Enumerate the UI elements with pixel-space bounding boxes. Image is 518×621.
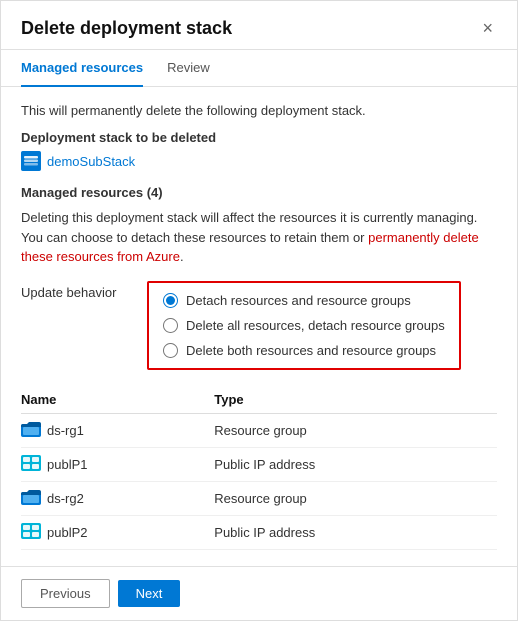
radio-detach-input[interactable] (163, 293, 178, 308)
dialog-title: Delete deployment stack (21, 18, 232, 39)
radio-delete-all[interactable]: Delete all resources, detach resource gr… (163, 318, 445, 333)
stack-name-row: demoSubStack (21, 151, 497, 171)
tab-managed-resources[interactable]: Managed resources (21, 50, 143, 87)
tab-review[interactable]: Review (167, 50, 210, 87)
public-ip-icon (21, 455, 41, 474)
resource-name: ds-rg1 (47, 423, 84, 438)
resource-name: publP2 (47, 525, 87, 540)
deployment-stack-label: Deployment stack to be deleted (21, 130, 497, 145)
resource-name-cell: ds-rg2 (21, 481, 214, 515)
resource-group-icon (21, 421, 41, 440)
stack-icon (21, 151, 41, 171)
radio-delete-both-label: Delete both resources and resource group… (186, 343, 436, 358)
previous-button[interactable]: Previous (21, 579, 110, 608)
radio-delete-all-input[interactable] (163, 318, 178, 333)
resource-group-icon (21, 489, 41, 508)
dialog-footer: Previous Next (1, 566, 517, 620)
radio-group: Detach resources and resource groups Del… (147, 281, 461, 370)
col-name: Name (21, 386, 214, 414)
update-behavior-row: Update behavior Detach resources and res… (21, 281, 497, 370)
resource-name-cell: publP1 (21, 447, 214, 481)
col-type: Type (214, 386, 497, 414)
table-row: publP2 Public IP address (21, 515, 497, 549)
resource-type: Public IP address (214, 447, 497, 481)
table-row: publP1 Public IP address (21, 447, 497, 481)
resource-name-cell: publP2 (21, 515, 214, 549)
resources-table: Name Type ds-rg1 Resource group publP1 Pub… (21, 386, 497, 550)
radio-delete-all-label: Delete all resources, detach resource gr… (186, 318, 445, 333)
stack-link[interactable]: demoSubStack (47, 154, 135, 169)
radio-detach[interactable]: Detach resources and resource groups (163, 293, 445, 308)
radio-detach-label: Detach resources and resource groups (186, 293, 411, 308)
resource-type: Resource group (214, 413, 497, 447)
dialog-body: This will permanently delete the followi… (1, 87, 517, 566)
resource-type: Resource group (214, 481, 497, 515)
resource-name-cell: ds-rg1 (21, 413, 214, 447)
update-behavior-label: Update behavior (21, 281, 131, 300)
radio-delete-both-input[interactable] (163, 343, 178, 358)
warning-text-part2: . (180, 249, 184, 264)
tab-bar: Managed resources Review (1, 50, 517, 87)
table-row: ds-rg2 Resource group (21, 481, 497, 515)
resource-type: Public IP address (214, 515, 497, 549)
resource-name: ds-rg2 (47, 491, 84, 506)
dialog-header: Delete deployment stack × (1, 1, 517, 50)
warning-text: Deleting this deployment stack will affe… (21, 208, 497, 267)
close-button[interactable]: × (478, 17, 497, 39)
info-text: This will permanently delete the followi… (21, 103, 497, 118)
next-button[interactable]: Next (118, 580, 181, 607)
resource-name: publP1 (47, 457, 87, 472)
delete-deployment-stack-dialog: Delete deployment stack × Managed resour… (0, 0, 518, 621)
public-ip-icon (21, 523, 41, 542)
managed-resources-label: Managed resources (4) (21, 185, 497, 200)
table-row: ds-rg1 Resource group (21, 413, 497, 447)
radio-delete-both[interactable]: Delete both resources and resource group… (163, 343, 445, 358)
